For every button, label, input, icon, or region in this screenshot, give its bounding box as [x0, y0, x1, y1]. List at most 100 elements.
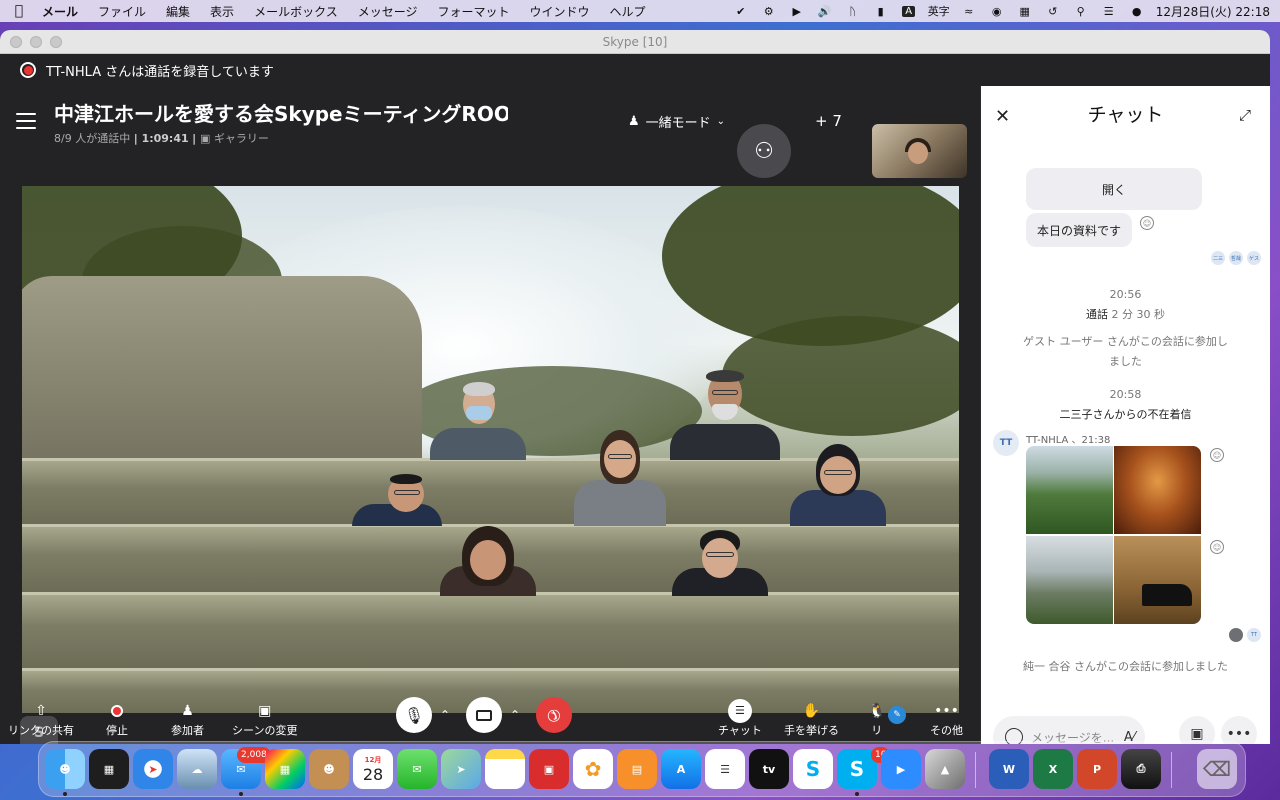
control-center-icon[interactable]: ☰ — [1100, 4, 1118, 18]
notes-icon[interactable] — [485, 749, 525, 789]
photo-thumbnail-hall-ceiling[interactable] — [1114, 446, 1201, 534]
share-icon: ⇧ — [35, 703, 47, 719]
skype-icon[interactable]: S — [793, 749, 833, 789]
together-mode-button[interactable]: ♟ 一緒モード ⌄ — [628, 112, 725, 131]
menu-help[interactable]: ヘルプ — [600, 3, 656, 20]
checkmark-icon[interactable]: ✔ — [732, 4, 750, 18]
share-link-button[interactable]: ⇧ リンクの共有 — [8, 700, 74, 738]
photos-icon[interactable]: ✿ — [573, 749, 613, 789]
app-store-icon[interactable]: A — [661, 749, 701, 789]
battery-icon[interactable]: ▮ — [872, 4, 890, 18]
menu-app-mail[interactable]: メール — [38, 3, 88, 20]
minimize-window-button[interactable] — [30, 36, 42, 48]
play-icon[interactable]: ▶ — [788, 4, 806, 18]
stop-recording-button[interactable]: 停止 — [106, 700, 128, 738]
participant-video[interactable] — [430, 382, 526, 460]
messages-icon[interactable]: ✉ — [397, 749, 437, 789]
participants-button[interactable]: ♟ 参加者 — [171, 700, 204, 738]
menu-edit[interactable]: 編集 — [156, 3, 200, 20]
photo-booth-icon[interactable]: ▣ — [529, 749, 569, 789]
input-method-label[interactable]: 英字 — [928, 3, 950, 19]
powerpoint-icon[interactable]: P — [1077, 749, 1117, 789]
chevron-up-icon[interactable]: ⌃ — [432, 708, 458, 722]
read-receipts: 二三 哲哉 ゲス — [1211, 251, 1261, 265]
preview-icon[interactable]: ☁ — [177, 749, 217, 789]
zoom-icon[interactable]: ▶ — [881, 749, 921, 789]
trash-icon[interactable]: ⌫ — [1197, 749, 1237, 789]
raise-hand-button[interactable]: ✋ 手を挙げる — [784, 700, 839, 738]
message-input[interactable]: メッセージを... A⁄ — [993, 716, 1145, 744]
participant-video[interactable] — [790, 444, 886, 526]
reaction-smiley-icon[interactable]: ☺ — [1210, 448, 1224, 462]
photo-thumbnail-building[interactable] — [1026, 536, 1113, 624]
raise-hand-label: 手を挙げる — [784, 724, 839, 737]
bluetooth-icon[interactable]: ᚢ — [844, 4, 862, 18]
zoom-window-button[interactable] — [50, 36, 62, 48]
chat-bubble-materials[interactable]: 本日の資料です — [1026, 213, 1132, 247]
calendar-day: 28 — [362, 764, 384, 784]
chevron-up-icon[interactable]: ⌃ — [502, 708, 528, 722]
menu-file[interactable]: ファイル — [88, 3, 156, 20]
more-options-button[interactable]: ••• その他 — [930, 700, 963, 738]
participant-video[interactable] — [670, 370, 780, 460]
reactions-button[interactable]: 🐧 リ ✎ — [868, 700, 906, 738]
reminders-icon[interactable]: ☰ — [705, 749, 745, 789]
chat-button[interactable]: ☰ チャット — [718, 699, 762, 738]
apple-icon[interactable]:  — [0, 3, 38, 19]
change-scene-button[interactable]: ▣ シーンの変更 — [232, 700, 297, 738]
add-participant-button[interactable]: ⚇ — [737, 124, 791, 178]
more-participants-count[interactable]: + 7 — [815, 112, 842, 130]
apple-tv-icon[interactable]: tv — [749, 749, 789, 789]
printer-icon[interactable]: ⎙ — [1121, 749, 1161, 789]
safari-icon[interactable]: ➤ — [133, 749, 173, 789]
participant-video[interactable] — [440, 526, 536, 596]
gpu-monitor-icon[interactable]: ▲ — [925, 749, 965, 789]
reaction-smiley-icon[interactable]: ☺ — [1210, 540, 1224, 554]
close-window-button[interactable] — [10, 36, 22, 48]
mission-control-icon[interactable]: ▦ — [89, 749, 129, 789]
spotlight-search-icon[interactable]: ⚲ — [1072, 4, 1090, 18]
media-gallery-button[interactable]: ▣ — [1179, 716, 1215, 744]
contacts-icon[interactable]: ☻ — [309, 749, 349, 789]
photo-thumbnail-mountains[interactable] — [1026, 446, 1113, 534]
excel-icon[interactable]: X — [1033, 749, 1073, 789]
view-label[interactable]: ギャラリー — [214, 132, 269, 145]
user-icon[interactable]: ◉ — [988, 4, 1006, 18]
add-person-icon: ⚇ — [754, 138, 774, 164]
camera-button[interactable] — [466, 697, 502, 733]
controls-icon[interactable]: ⚙ — [760, 4, 778, 18]
read-avatar: TT — [1247, 628, 1261, 642]
input-method-icon[interactable]: A — [900, 4, 918, 18]
finder-icon[interactable]: ☻ — [45, 749, 85, 789]
maps-icon[interactable]: ➤ — [441, 749, 481, 789]
reaction-smiley-icon[interactable]: ☺ — [1140, 216, 1154, 230]
more-chat-options-button[interactable]: ••• — [1221, 716, 1257, 744]
launchpad-icon[interactable]: ▦ — [265, 749, 305, 789]
participant-video[interactable] — [574, 430, 666, 526]
participants-label: 参加者 — [171, 724, 204, 737]
expand-icon[interactable]: ⤢ — [1239, 106, 1251, 124]
menu-icon[interactable] — [16, 113, 36, 129]
word-icon[interactable]: W — [989, 749, 1029, 789]
wifi-icon[interactable]: ≈ — [960, 4, 978, 18]
hang-up-button[interactable]: ✆ — [536, 697, 572, 733]
participant-video[interactable] — [352, 474, 442, 526]
menu-format[interactable]: フォーマット — [427, 3, 519, 20]
calendar-icon[interactable]: 12月 28 — [353, 749, 393, 789]
self-preview-video[interactable] — [872, 124, 967, 178]
microphone-button[interactable]: 🎙 — [396, 697, 432, 733]
chat-bubble-open[interactable]: 開く — [1026, 168, 1202, 210]
menu-window[interactable]: ウインドウ — [520, 3, 600, 20]
menu-message[interactable]: メッセージ — [348, 3, 428, 20]
menubar-clock[interactable]: 12月28日(火) 22:18 — [1156, 3, 1270, 20]
menu-mailbox[interactable]: メールボックス — [244, 3, 348, 20]
participant-video[interactable] — [672, 530, 768, 596]
keyboard-icon[interactable]: ▦ — [1016, 4, 1034, 18]
time-machine-icon[interactable]: ↺ — [1044, 4, 1062, 18]
menu-view[interactable]: 表示 — [200, 3, 244, 20]
siri-icon[interactable]: ● — [1128, 4, 1146, 18]
photo-thumbnail-piano[interactable] — [1114, 536, 1201, 624]
volume-icon[interactable]: 🔊 — [816, 4, 834, 18]
sender-avatar[interactable]: TT — [993, 430, 1019, 456]
books-icon[interactable]: ▤ — [617, 749, 657, 789]
